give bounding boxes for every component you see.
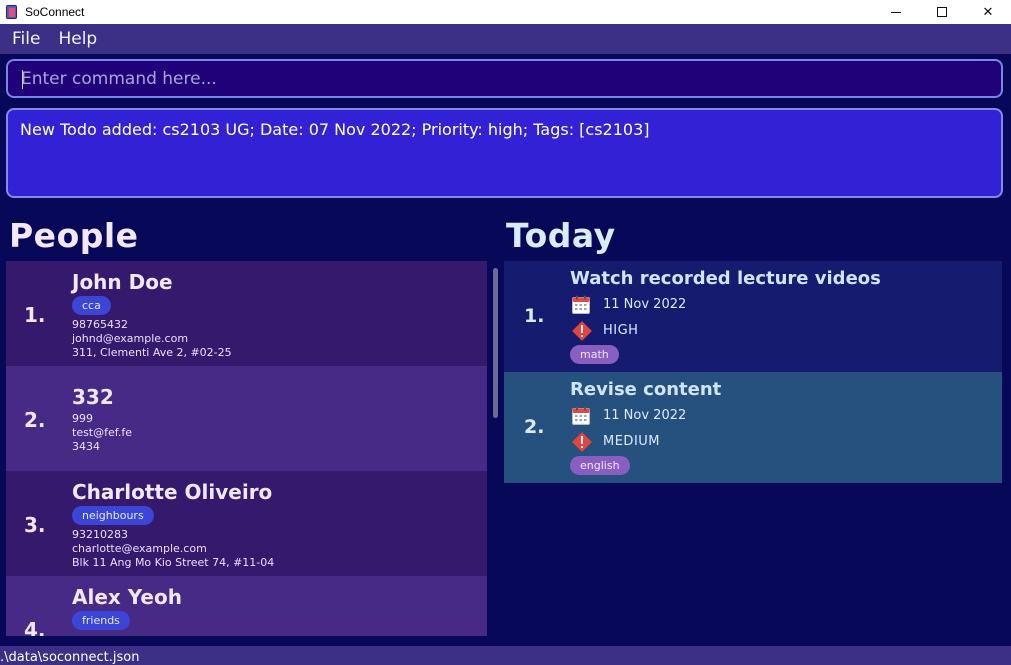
todo-date: 11 Nov 2022 [603,297,687,312]
people-scrollbar[interactable] [493,268,498,418]
person-tag: friends [72,611,130,630]
todo-list[interactable]: 1. Watch recorded lecture videos 11 Nov … [504,261,1002,483]
calendar-icon [572,406,590,425]
person-index: 2. [24,408,46,432]
window-title: SoConnect [25,5,85,19]
person-index: 3. [24,513,46,537]
person-tag: neighbours [72,506,154,525]
command-input[interactable] [21,61,1001,96]
person-card[interactable]: 3. Charlotte Oliveiro neighbours 9321028… [6,471,487,576]
person-phone: 999 [72,412,93,425]
person-email: test@fef.fe [72,426,132,439]
person-card[interactable]: 4. Alex Yeoh friends [6,576,487,636]
person-phone: 98765432 [72,318,128,331]
todo-index: 1. [524,305,545,327]
person-name: John Doe [72,270,173,294]
person-index: 1. [24,303,46,327]
menu-file[interactable]: File [12,29,40,49]
todo-card[interactable]: 1. Watch recorded lecture videos 11 Nov … [504,261,1002,372]
status-bar: .\data\soconnect.json [0,646,1011,665]
close-button[interactable]: ✕ [965,0,1011,24]
menu-help[interactable]: Help [58,29,97,49]
text-caret [22,70,23,89]
person-email: charlotte@example.com [72,542,207,555]
todo-description: Watch recorded lecture videos [570,268,881,289]
todo-tag: math [570,345,619,364]
person-phone: 93210283 [72,528,128,541]
todo-priority: HIGH [603,323,639,338]
priority-warning-icon [572,321,592,341]
person-tag: cca [72,296,111,315]
command-box [6,59,1003,98]
person-index: 4. [24,618,46,636]
minimize-icon [891,11,901,13]
person-address: 311, Clementi Ave 2, #02-25 [72,346,232,359]
todo-card[interactable]: 2. Revise content 11 Nov 2022 MEDIUM eng… [504,372,1002,483]
todo-tag: english [570,456,630,475]
todo-index: 2. [524,416,545,438]
people-heading: People [9,216,139,255]
result-text: New Todo added: cs2103 UG; Date: 07 Nov … [20,120,650,139]
menu-bar: File Help [0,24,1011,54]
maximize-button[interactable] [919,0,965,24]
todo-priority: MEDIUM [603,434,661,449]
person-name: 332 [72,385,114,409]
minimize-button[interactable] [873,0,919,24]
calendar-icon [572,295,590,314]
person-card[interactable]: 1. John Doe cca 98765432 johnd@example.c… [6,261,487,366]
result-display: New Todo added: cs2103 UG; Date: 07 Nov … [6,108,1003,198]
close-icon: ✕ [982,4,994,20]
window-controls: ✕ [873,0,1011,24]
person-address: Blk 11 Ang Mo Kio Street 74, #11-04 [72,556,275,569]
person-name: Alex Yeoh [72,585,182,609]
person-name: Charlotte Oliveiro [72,480,273,504]
people-list[interactable]: 1. John Doe cca 98765432 johnd@example.c… [6,261,487,636]
person-address: 3434 [72,440,100,453]
todo-description: Revise content [570,379,722,400]
save-location: .\data\soconnect.json [0,650,140,665]
today-heading: Today [506,216,616,255]
maximize-icon [937,7,947,17]
todo-date: 11 Nov 2022 [603,408,687,423]
person-card[interactable]: 2. 332 999 test@fef.fe 3434 [6,366,487,471]
app-icon [5,4,19,20]
person-email: johnd@example.com [72,332,189,345]
priority-warning-icon [572,432,592,452]
title-bar: SoConnect ✕ [0,0,1011,24]
